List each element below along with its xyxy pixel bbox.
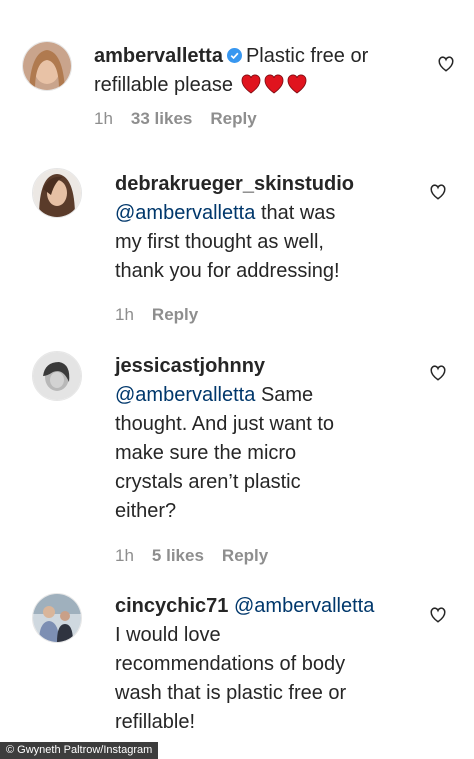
timestamp: 1h (115, 305, 134, 324)
mention-link[interactable]: @ambervalletta (115, 384, 255, 406)
reply-button[interactable]: Reply (222, 546, 268, 565)
mention-link[interactable]: @ambervalletta (115, 202, 255, 224)
timestamp: 1h (115, 546, 134, 565)
red-heart-emoji (287, 74, 306, 94)
comment-text-line: recommendations of body (115, 653, 346, 675)
comment-text-line: wash that is plastic free or (115, 682, 347, 704)
comment-text-line: refillable please (94, 74, 233, 96)
heart-outline-icon[interactable] (429, 364, 447, 382)
comment-text-line: either? (115, 500, 177, 522)
heart-outline-icon[interactable] (429, 183, 447, 201)
comment-text-line: make sure the micro (115, 442, 297, 464)
username[interactable]: debrakrueger_skinstudio (115, 173, 354, 195)
avatar[interactable] (22, 41, 72, 91)
timestamp: 1h (94, 109, 113, 128)
heart-outline-icon[interactable] (429, 606, 447, 624)
comment-text-line: crystals aren’t plastic (115, 471, 301, 493)
red-heart-emoji (241, 74, 260, 94)
comment-text-line: that was (260, 202, 336, 224)
username[interactable]: jessicastjohnny (115, 355, 265, 377)
comment-text-line: Plastic free or (245, 45, 369, 67)
reply-button[interactable]: Reply (152, 305, 198, 324)
comment-text-line: Same (260, 384, 314, 406)
username[interactable]: ambervalletta (94, 45, 223, 67)
comment-text-line: I would love (115, 624, 221, 646)
red-heart-emoji (264, 74, 283, 94)
likes-count[interactable]: 5 likes (152, 546, 204, 565)
photo-credit-watermark: © Gwyneth Paltrow/Instagram (0, 742, 159, 759)
avatar[interactable] (32, 168, 82, 218)
mention-link[interactable]: @ambervalletta (234, 595, 374, 617)
username[interactable]: cincychic71 (115, 595, 228, 617)
comment-text-line: my first thought as well, (115, 231, 324, 253)
avatar[interactable] (32, 351, 82, 401)
verified-badge-icon (226, 48, 242, 63)
comment-text-line: refillable! (115, 711, 196, 733)
comment-text-line: thought. And just want to (115, 413, 335, 435)
reply-button[interactable]: Reply (210, 109, 256, 128)
comment-text-line: thank you for addressing! (115, 260, 340, 282)
likes-count[interactable]: 33 likes (131, 109, 192, 128)
avatar[interactable] (32, 593, 82, 643)
heart-outline-icon[interactable] (437, 55, 455, 73)
